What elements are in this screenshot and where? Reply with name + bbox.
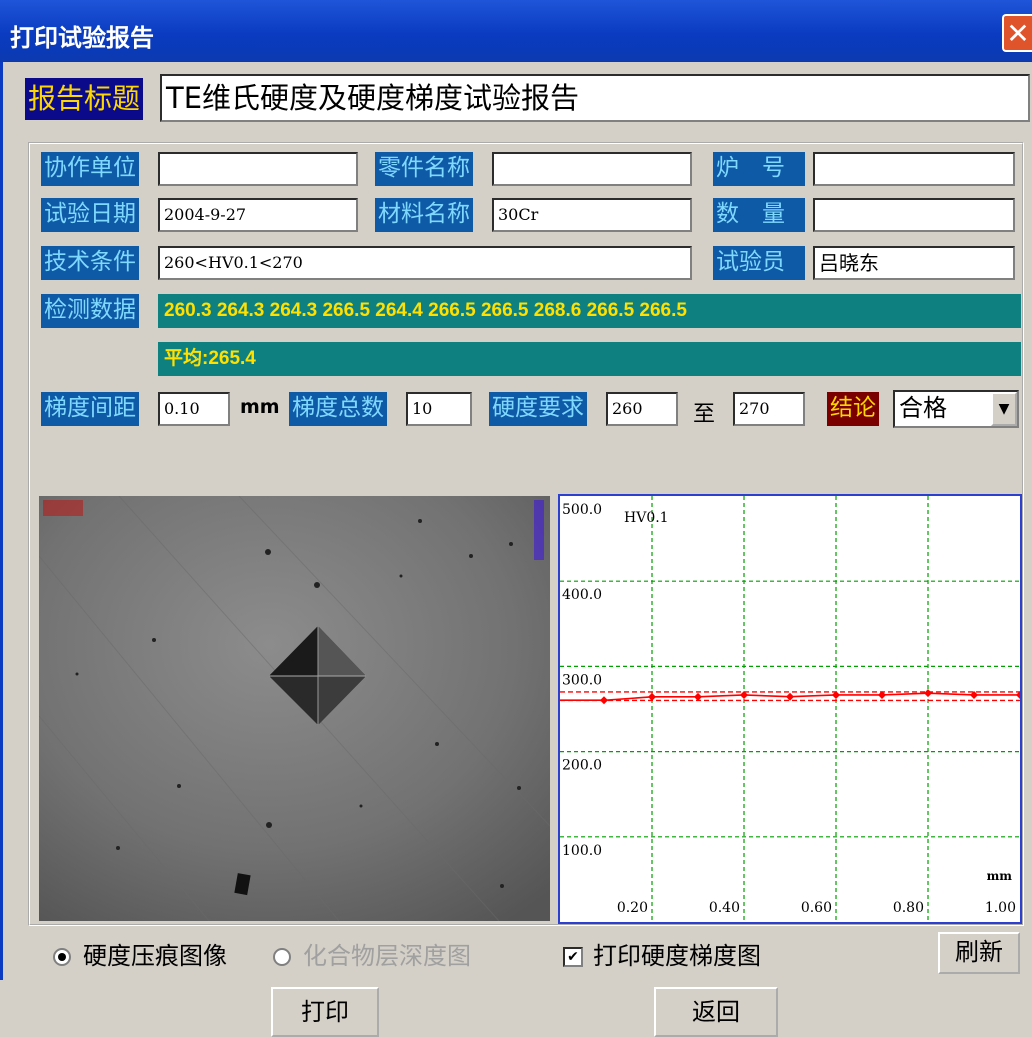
spacing-label: 梯度间距 — [41, 392, 139, 426]
x-tick-label: 1.00 — [985, 900, 1016, 916]
radio-compound-layer: 化合物层深度图 — [273, 936, 471, 971]
y-tick-label: 400.0 — [562, 587, 602, 603]
data-point — [694, 692, 702, 701]
data-point — [924, 689, 932, 698]
data-values: 260.3 264.3 264.3 266.5 264.4 266.5 266.… — [158, 294, 1021, 328]
x-tick-label: 0.20 — [617, 900, 648, 916]
furnace-no-label: 炉 号 — [713, 152, 805, 186]
test-date-input[interactable]: 2004-9-27 — [158, 198, 358, 232]
title-bar: 打印试验报告 ✕ — [0, 0, 1032, 62]
indentation-image — [39, 496, 550, 921]
req-max-input[interactable]: 270 — [733, 392, 805, 426]
tech-cond-label: 技术条件 — [41, 246, 139, 280]
refresh-button[interactable]: 刷新 — [938, 932, 1020, 974]
y-tick-label: 500.0 — [562, 502, 602, 518]
data-point — [648, 692, 656, 701]
x-axis-label: mm — [987, 869, 1013, 883]
close-button[interactable]: ✕ — [1002, 14, 1032, 52]
report-title-label: 报告标题 — [25, 78, 144, 120]
data-average: 平均:265.4 — [158, 342, 1021, 376]
req-to-label: 至 — [693, 402, 716, 427]
radio-compound-label: 化合物层深度图 — [303, 942, 471, 970]
chevron-down-icon[interactable]: ▼ — [991, 392, 1017, 426]
furnace-no-input[interactable] — [813, 152, 1015, 186]
micrograph-graphic — [39, 496, 550, 921]
checkbox-checked-icon: ✔ — [563, 947, 583, 967]
data-point — [600, 696, 608, 705]
coop-unit-label: 协作单位 — [41, 152, 139, 186]
report-title-input[interactable]: TE维氏硬度及硬度梯度试验报告 — [160, 74, 1030, 122]
window-title: 打印试验报告 — [10, 24, 154, 52]
print-gradient-checkbox[interactable]: ✔ 打印硬度梯度图 — [563, 936, 761, 971]
x-tick-label: 0.40 — [709, 900, 740, 916]
y-tick-label: 100.0 — [562, 843, 602, 859]
count-input[interactable]: 10 — [406, 392, 472, 426]
spacing-unit: mm — [240, 396, 280, 418]
x-tick-label: 0.80 — [893, 900, 924, 916]
print-button[interactable]: 打印 — [271, 987, 379, 1037]
tech-cond-input[interactable]: 260<HV0.1<270 — [158, 246, 692, 280]
radio-unchecked-icon — [273, 948, 291, 966]
dialog-body: 报告标题 TE维氏硬度及硬度梯度试验报告 协作单位 零件名称 炉 号 试验日期 … — [0, 62, 1032, 1037]
count-label: 梯度总数 — [289, 392, 387, 426]
coop-unit-input[interactable] — [158, 152, 358, 186]
tester-input[interactable]: 吕晓东 — [813, 246, 1015, 280]
x-tick-label: 0.60 — [801, 900, 832, 916]
data-point — [786, 692, 794, 701]
conclusion-select[interactable]: 合格 ▼ — [893, 390, 1019, 428]
material-label: 材料名称 — [375, 198, 473, 232]
hardness-chart: 500.0 400.0 300.0 200.0 100.0 0.20 0.40 0.60 0.8… — [558, 494, 1024, 924]
part-name-input[interactable] — [492, 152, 692, 186]
spacing-input[interactable]: 0.10 — [158, 392, 230, 426]
part-name-label: 零件名称 — [375, 152, 473, 186]
conclusion-value: 合格 — [899, 394, 947, 422]
test-date-label: 试验日期 — [41, 198, 139, 232]
radio-checked-icon — [53, 948, 71, 966]
req-min-input[interactable]: 260 — [606, 392, 678, 426]
print-gradient-label: 打印硬度梯度图 — [593, 942, 761, 970]
y-tick-label: 200.0 — [562, 758, 602, 774]
requirement-label: 硬度要求 — [489, 392, 587, 426]
radio-indentation-label: 硬度压痕图像 — [83, 942, 227, 970]
tester-label: 试验员 — [713, 246, 805, 280]
back-button[interactable]: 返回 — [654, 987, 778, 1037]
quantity-label: 数 量 — [713, 198, 805, 232]
y-axis-label: HV0.1 — [624, 510, 669, 526]
hardness-chart-svg: 500.0 400.0 300.0 200.0 100.0 0.20 0.40 0.60 0.8… — [560, 496, 1024, 922]
quantity-input[interactable] — [813, 198, 1015, 232]
y-tick-label: 300.0 — [562, 672, 602, 688]
data-label: 检测数据 — [41, 294, 139, 328]
material-input[interactable]: 30Cr — [492, 198, 692, 232]
radio-indentation[interactable]: 硬度压痕图像 — [53, 936, 227, 971]
conclusion-label: 结论 — [827, 392, 879, 426]
